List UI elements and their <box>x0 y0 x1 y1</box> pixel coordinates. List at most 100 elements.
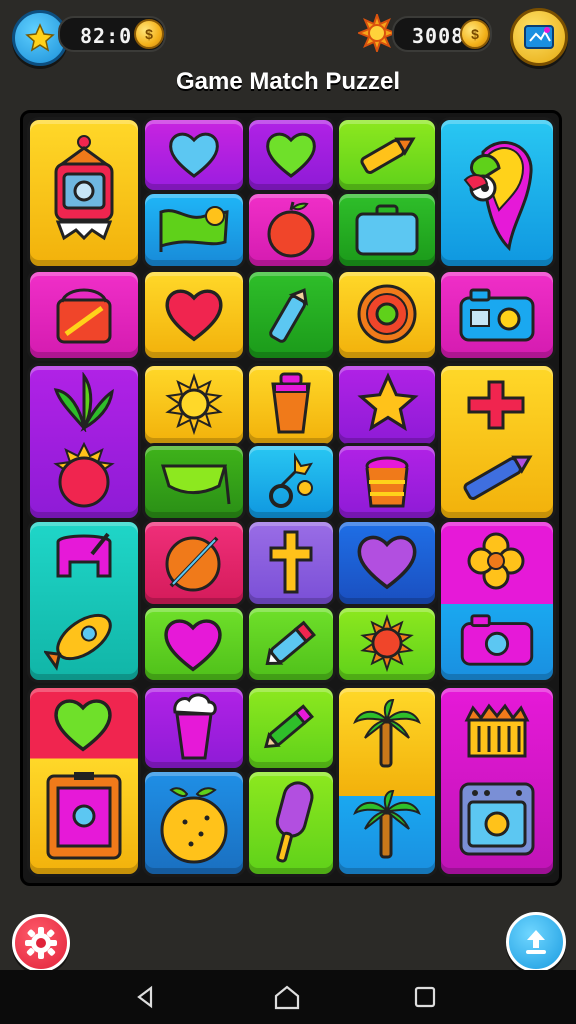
map-button[interactable] <box>510 8 568 66</box>
tile-flower-camera[interactable] <box>438 519 556 683</box>
tile-heart-red[interactable] <box>142 269 246 361</box>
tile-parrot[interactable] <box>438 117 556 269</box>
chair-icon <box>56 532 112 578</box>
game-title: Game Match Puzzel <box>175 68 401 95</box>
oven-icon <box>459 782 535 856</box>
cross-icon <box>269 530 313 594</box>
tile-ball[interactable] <box>142 519 246 607</box>
parrot-icon <box>463 141 533 252</box>
sun-icon <box>358 14 396 52</box>
coin-counter: 3008 $ <box>392 16 492 52</box>
tile-bucket[interactable] <box>336 443 438 521</box>
star-icon <box>357 372 419 432</box>
recents-icon <box>414 986 436 1008</box>
camera-icon <box>459 288 535 342</box>
coin-icon: $ <box>134 19 164 49</box>
basket-icon <box>56 288 112 344</box>
gear-icon <box>25 927 57 959</box>
heart-icon <box>357 535 417 590</box>
ball-icon <box>165 536 221 592</box>
map-icon <box>524 25 554 49</box>
tile-heart-blue[interactable] <box>142 117 246 193</box>
bucket-icon <box>365 456 409 508</box>
heart-icon <box>54 699 112 752</box>
sun-icon <box>360 613 414 673</box>
palm-tree-icon <box>353 789 421 859</box>
tile-heart-frame[interactable] <box>27 685 141 877</box>
picture-frame-icon <box>46 772 122 860</box>
tile-pencil[interactable] <box>246 269 336 361</box>
tile-rocket-pen[interactable] <box>246 605 336 683</box>
tile-heart-green[interactable] <box>246 117 336 193</box>
home-icon <box>274 985 300 1010</box>
tile-cup[interactable] <box>246 363 336 447</box>
tile-star[interactable] <box>336 363 438 447</box>
tile-hammock[interactable] <box>142 443 246 521</box>
recents-button[interactable] <box>410 982 440 1012</box>
tile-lantern[interactable] <box>27 117 141 269</box>
tile-sun-orange[interactable] <box>336 605 438 683</box>
castle-icon <box>464 703 530 758</box>
tile-sun[interactable] <box>142 363 246 447</box>
tile-palm-trees[interactable] <box>336 685 438 877</box>
crayon-icon <box>360 137 416 174</box>
tile-drink[interactable] <box>142 685 246 771</box>
heart-icon <box>169 132 219 178</box>
tile-crayon[interactable] <box>336 117 438 193</box>
tile-heart-purple[interactable] <box>336 519 438 607</box>
game-board <box>20 110 562 886</box>
tile-heart-magenta[interactable] <box>142 605 246 683</box>
tile-suitcase[interactable] <box>336 191 438 269</box>
drink-icon <box>173 693 217 760</box>
palm-tree-icon <box>353 698 421 768</box>
tile-earrings[interactable] <box>246 443 336 521</box>
hammock-icon <box>160 464 231 505</box>
flag-icon <box>159 206 229 252</box>
heart-icon <box>266 132 316 178</box>
pencil-icon <box>264 704 314 749</box>
heart-icon <box>165 289 223 342</box>
marker-icon <box>265 620 316 666</box>
tomato-icon <box>53 441 115 508</box>
top-hud: 82:0 $ 3008 $ <box>0 0 576 70</box>
back-button[interactable] <box>130 982 160 1012</box>
plant-icon <box>53 372 114 432</box>
tile-popsicle[interactable] <box>246 769 336 877</box>
crayon-icon <box>463 455 533 500</box>
cup-icon <box>271 372 311 434</box>
earring-icon <box>269 452 314 508</box>
tile-plus-crayon[interactable] <box>438 363 556 521</box>
flower-icon <box>467 532 525 590</box>
donut-icon <box>357 284 417 344</box>
tile-cross[interactable] <box>246 519 336 607</box>
plus-icon <box>467 380 525 430</box>
upload-icon <box>526 930 546 954</box>
pencil-icon <box>269 288 309 343</box>
tile-flag[interactable] <box>142 191 246 269</box>
tile-chair-rocket[interactable] <box>27 519 141 683</box>
coin-icon: $ <box>460 19 490 49</box>
lantern-icon <box>54 135 114 241</box>
tile-plant-tomato[interactable] <box>27 363 141 521</box>
tile-radio[interactable] <box>438 269 556 361</box>
orange-icon <box>160 787 228 864</box>
tile-basket[interactable] <box>27 269 141 361</box>
sun-icon <box>165 372 223 436</box>
coins-value: 3008 <box>412 24 465 48</box>
heart-icon <box>164 619 222 672</box>
star-icon <box>25 23 55 52</box>
tile-orange[interactable] <box>142 769 246 877</box>
back-icon <box>137 985 153 1009</box>
home-button[interactable] <box>272 982 302 1012</box>
system-navigation-bar <box>0 970 576 1024</box>
score-counter: 82:0 $ <box>58 16 166 52</box>
settings-button[interactable] <box>12 914 70 972</box>
score-value: 82:0 <box>80 24 133 48</box>
tile-apple[interactable] <box>246 191 336 269</box>
tile-castle-oven[interactable] <box>438 685 556 877</box>
tile-pencil-green[interactable] <box>246 685 336 771</box>
upload-button[interactable] <box>506 912 566 972</box>
rocket-icon <box>44 613 112 671</box>
popsicle-icon <box>275 781 314 863</box>
tile-donut[interactable] <box>336 269 438 361</box>
